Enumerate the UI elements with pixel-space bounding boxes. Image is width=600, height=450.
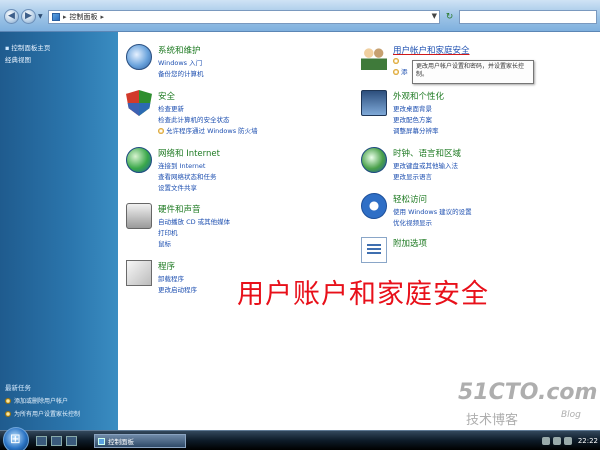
- category-appearance: 外观和个性化 更改桌面背景 更改配色方案 调整屏幕分辨率: [361, 90, 444, 135]
- category-link[interactable]: 允许程序通过 Windows 防火墙: [158, 125, 258, 135]
- tooltip: 更改用户帐户设置和密码，并设置家长控制。: [412, 60, 534, 84]
- category-system: 系统和维护 Windows 入门 备份您的计算机: [126, 44, 204, 78]
- recent-task-label[interactable]: 添加或删除用户帐户: [14, 396, 68, 405]
- recent-task-parental-controls[interactable]: 为所有用户设置家长控制: [5, 409, 80, 418]
- watermark: 51CTO.com 技术博客 Blog: [458, 380, 598, 428]
- category-link[interactable]: 调整屏幕分辨率: [393, 125, 444, 135]
- refresh-icon[interactable]: ↻: [443, 11, 456, 23]
- category-link[interactable]: 卸载程序: [158, 273, 197, 283]
- category-link[interactable]: 连接到 Internet: [158, 160, 220, 170]
- category-access: 轻松访问 使用 Windows 建议的设置 优化视频显示: [361, 193, 472, 227]
- category-title[interactable]: 外观和个性化: [393, 90, 444, 102]
- network-icon[interactable]: [541, 437, 550, 445]
- category-clock: 时钟、语言和区域 更改键盘或其他输入法 更改显示语言: [361, 147, 461, 181]
- control-panel-icon: [52, 13, 60, 21]
- clock[interactable]: 22:22: [578, 437, 598, 445]
- show-desktop-icon[interactable]: [36, 436, 47, 446]
- taskbar: 控制面板 22:22: [0, 427, 600, 450]
- clock-globe-icon[interactable]: [361, 147, 387, 173]
- back-button[interactable]: ◀: [4, 9, 19, 24]
- category-extra: 附加选项: [361, 237, 427, 263]
- system-tray: 22:22: [541, 434, 598, 448]
- category-link[interactable]: 使用 Windows 建议的设置: [393, 206, 472, 216]
- shield-icon: [5, 410, 11, 417]
- category-title[interactable]: 轻松访问: [393, 193, 472, 205]
- security-alert-icon[interactable]: [563, 437, 572, 445]
- category-programs: 程序 卸载程序 更改启动程序: [126, 260, 197, 294]
- category-link[interactable]: 设置文件共享: [158, 182, 220, 192]
- category-link[interactable]: 检查更新: [158, 103, 258, 113]
- category-link[interactable]: 自动播放 CD 或其他媒体: [158, 216, 230, 226]
- watermark-blog: Blog: [561, 410, 581, 420]
- start-orb-icon[interactable]: [3, 427, 29, 450]
- overlay-caption: 用户账户和家庭安全: [237, 279, 489, 310]
- category-title[interactable]: 安全: [158, 90, 258, 102]
- breadcrumb-separator-icon[interactable]: ▸: [63, 13, 67, 21]
- category-link[interactable]: 优化视频显示: [393, 217, 472, 227]
- switch-windows-icon[interactable]: [51, 436, 62, 446]
- internet-explorer-icon[interactable]: [66, 436, 77, 446]
- system-maintenance-icon[interactable]: [126, 44, 152, 70]
- shield-icon: [5, 397, 11, 404]
- category-link[interactable]: 更改启动程序: [158, 284, 197, 294]
- programs-icon[interactable]: [126, 260, 152, 286]
- recent-task-add-user[interactable]: 添加或删除用户帐户: [5, 396, 68, 405]
- control-panel-icon: [98, 437, 105, 445]
- user-accounts-icon[interactable]: [361, 44, 387, 70]
- category-link[interactable]: 更改显示语言: [393, 171, 461, 181]
- control-panel-home-link[interactable]: 控制面板主页: [5, 42, 50, 52]
- recent-task-label[interactable]: 为所有用户设置家长控制: [14, 409, 80, 418]
- category-title[interactable]: 程序: [158, 260, 197, 272]
- classic-view-link[interactable]: 经典视图: [5, 54, 31, 64]
- hardware-printer-icon[interactable]: [126, 203, 152, 229]
- breadcrumb-separator-icon[interactable]: ▸: [101, 13, 105, 21]
- taskbar-item-label: 控制面板: [108, 438, 134, 446]
- control-panel-categories: 系统和维护 Windows 入门 备份您的计算机 安全 检查更新 检查此计算机的…: [118, 32, 600, 430]
- search-input[interactable]: [459, 10, 597, 24]
- forward-button[interactable]: ▶: [21, 9, 36, 24]
- address-bar: ◀ ▶ ▼ ▸ 控制面板 ▸ ▼ ↻: [0, 0, 600, 32]
- volume-icon[interactable]: [552, 437, 561, 445]
- appearance-desktop-icon[interactable]: [361, 90, 387, 116]
- category-network: 网络和 Internet 连接到 Internet 查看网络状态和任务 设置文件…: [126, 147, 220, 192]
- category-security: 安全 检查更新 检查此计算机的安全状态 允许程序通过 Windows 防火墙: [126, 90, 258, 135]
- breadcrumb-control-panel[interactable]: 控制面板: [70, 12, 98, 22]
- category-link[interactable]: 更改桌面背景: [393, 103, 444, 113]
- category-link[interactable]: 检查此计算机的安全状态: [158, 114, 258, 124]
- chevron-down-icon[interactable]: ▼: [432, 12, 437, 20]
- category-link[interactable]: 备份您的计算机: [158, 68, 204, 78]
- category-title[interactable]: 用户帐户和家庭安全: [393, 44, 470, 56]
- category-title[interactable]: 附加选项: [393, 237, 427, 249]
- recent-pages-dropdown[interactable]: ▼: [38, 13, 43, 20]
- recent-tasks-title: 最新任务: [5, 384, 31, 392]
- ease-of-access-icon[interactable]: [361, 193, 387, 219]
- category-title[interactable]: 网络和 Internet: [158, 147, 220, 159]
- taskbar-item-control-panel[interactable]: 控制面板: [94, 434, 186, 448]
- category-hardware: 硬件和声音 自动播放 CD 或其他媒体 打印机 鼠标: [126, 203, 230, 248]
- category-link[interactable]: Windows 入门: [158, 57, 204, 67]
- watermark-logo: 51CTO.com: [458, 380, 598, 405]
- category-link[interactable]: 查看网络状态和任务: [158, 171, 220, 181]
- category-link[interactable]: 鼠标: [158, 238, 230, 248]
- network-globe-icon[interactable]: [126, 147, 152, 173]
- category-link[interactable]: 打印机: [158, 227, 230, 237]
- category-title[interactable]: 系统和维护: [158, 44, 204, 56]
- category-link[interactable]: 更改配色方案: [393, 114, 444, 124]
- additional-options-icon[interactable]: [361, 237, 387, 263]
- category-title[interactable]: 硬件和声音: [158, 203, 230, 215]
- task-pane: 控制面板主页 经典视图 最新任务 添加或删除用户帐户 为所有用户设置家长控制: [0, 32, 118, 430]
- category-link[interactable]: 更改键盘或其他输入法: [393, 160, 461, 170]
- security-shield-icon[interactable]: [126, 90, 152, 116]
- address-field[interactable]: ▸ 控制面板 ▸ ▼: [48, 10, 440, 24]
- category-title[interactable]: 时钟、语言和区域: [393, 147, 461, 159]
- watermark-subtitle: 技术博客: [466, 413, 519, 428]
